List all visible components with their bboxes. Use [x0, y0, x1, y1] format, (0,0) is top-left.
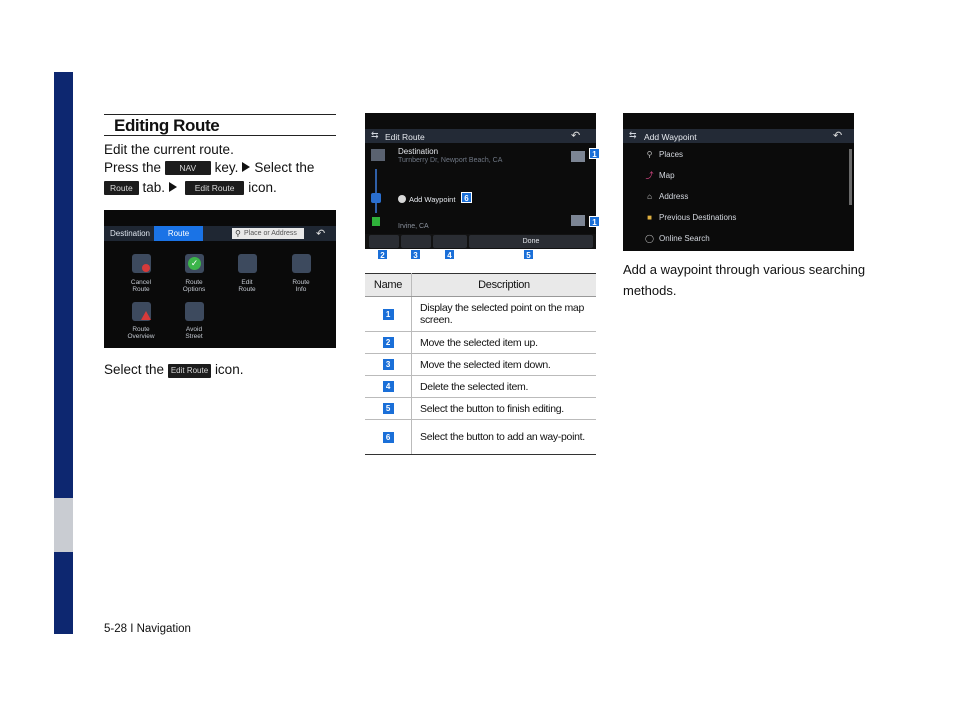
- edit-route-key: Edit Route: [184, 181, 245, 195]
- page-footer: 5-28 I Navigation: [104, 623, 191, 635]
- route-menu-screenshot: Destination Route Place or Address ⚲ ↶ ✓…: [104, 210, 336, 348]
- delete-button[interactable]: [433, 235, 467, 248]
- table-header-description: Description: [411, 273, 596, 297]
- cancel-route-icon[interactable]: [132, 254, 151, 273]
- instruction-line-2: Route tab. Edit Route icon.: [104, 180, 277, 196]
- callout-1: 1: [589, 148, 600, 159]
- tab-destination[interactable]: Destination: [106, 226, 154, 241]
- list-item-online-search[interactable]: ◯ Online Search: [645, 233, 710, 245]
- table-row-description: Select the button to add an way-point.: [411, 419, 596, 455]
- intro-text: Edit the current route.: [104, 142, 234, 157]
- back-icon[interactable]: ↶: [833, 129, 842, 142]
- arrow-right-icon: [168, 182, 177, 192]
- callout-1: 1: [589, 216, 600, 227]
- press-the-text: Press the: [104, 160, 162, 175]
- menu-label-avoid-street: Avoid Street: [185, 326, 203, 340]
- menu-label-route-overview: Route Overview: [127, 326, 155, 340]
- description-table: Name Description 1 Display the selected …: [365, 273, 596, 455]
- table-row-number: 1: [365, 296, 412, 332]
- chapter-sidebar: [54, 72, 73, 634]
- icon-text: icon.: [248, 180, 277, 195]
- add-waypoint-button[interactable]: Add Waypoint: [409, 195, 455, 204]
- waypoint-description-line-1: Add a waypoint through various searching: [623, 262, 866, 277]
- menu-label-route-info: Route Info: [292, 279, 310, 293]
- table-row-description: Display the selected point on the map sc…: [411, 296, 596, 332]
- table-row-description: Move the selected item up.: [411, 331, 596, 354]
- folder-icon: ■: [647, 213, 652, 222]
- add-waypoint-screenshot: ⇆ Add Waypoint ↶ ⚲ Places ⤴ Map ⌂ Address ■…: [623, 113, 854, 251]
- avoid-street-icon[interactable]: [185, 302, 204, 321]
- destination-address: Turnberry Dr, Newport Beach, CA: [398, 157, 503, 164]
- destination-flag-icon: [371, 149, 385, 161]
- tab-text: tab.: [142, 180, 165, 195]
- tab-route[interactable]: Route: [154, 226, 203, 241]
- table-row-number: 6: [365, 419, 412, 455]
- select-the-text: Select the: [254, 160, 315, 175]
- edit-route-screenshot: ⇆ Edit Route ↶ Destination Turnberry Dr,…: [365, 113, 596, 249]
- table-row-number: 3: [365, 353, 412, 376]
- scrollbar[interactable]: [849, 149, 852, 205]
- route-overview-icon[interactable]: [132, 302, 151, 321]
- waypoint-icon: [371, 193, 381, 203]
- table-row-description: Move the selected item down.: [411, 353, 596, 376]
- origin-city: Irvine, CA: [398, 223, 429, 230]
- done-button[interactable]: Done: [469, 235, 593, 248]
- table-row-description: Select the button to finish editing.: [411, 397, 596, 420]
- search-icon: ⚲: [646, 150, 653, 159]
- destination-label: Destination: [398, 147, 439, 156]
- route-line: [375, 169, 377, 213]
- map-view-icon[interactable]: [571, 215, 585, 226]
- edit-route-icon[interactable]: [238, 254, 257, 273]
- map-icon: ⤴: [645, 171, 654, 180]
- home-icon: ⌂: [647, 192, 652, 201]
- route-info-icon[interactable]: [292, 254, 311, 273]
- add-waypoint-icon[interactable]: [398, 195, 406, 203]
- route-options-icon[interactable]: ✓: [185, 254, 204, 273]
- search-input[interactable]: Place or Address: [232, 228, 304, 239]
- section-title: Editing Route: [104, 114, 336, 136]
- list-item-previous-destinations[interactable]: ■ Previous Destinations: [645, 212, 736, 224]
- route-key: Route: [104, 181, 139, 195]
- map-view-icon[interactable]: [571, 151, 585, 162]
- search-icon: ⚲: [235, 229, 241, 238]
- list-item-map[interactable]: ⤴ Map: [645, 170, 675, 182]
- callout-3: 3: [410, 249, 421, 260]
- select-edit-route-line: Select the Edit Route icon.: [104, 362, 243, 378]
- callout-6: 6: [461, 192, 472, 203]
- list-item-places[interactable]: ⚲ Places: [645, 149, 683, 161]
- select-the-text: Select the: [104, 362, 165, 377]
- back-icon[interactable]: ↶: [571, 129, 580, 142]
- table-row-number: 2: [365, 331, 412, 354]
- chapter-marker: [54, 498, 73, 552]
- table-row-number: 4: [365, 375, 412, 398]
- key-text: key.: [214, 160, 239, 175]
- menu-label-edit-route: Edit Route: [238, 279, 256, 293]
- screen-title: Edit Route: [385, 132, 425, 142]
- waypoint-description-line-2: methods.: [623, 283, 677, 298]
- table-row-description: Delete the selected item.: [411, 375, 596, 398]
- edit-route-key: Edit Route: [167, 364, 212, 378]
- table-row-number: 5: [365, 397, 412, 420]
- menu-label-route-options: Route Options: [182, 279, 206, 293]
- back-icon[interactable]: ↶: [316, 227, 325, 240]
- nav-key: NAV: [164, 161, 211, 175]
- edit-route-icon: ⇆: [371, 130, 379, 140]
- arrow-right-icon: [242, 162, 251, 172]
- list-item-address[interactable]: ⌂ Address: [645, 191, 688, 203]
- origin-flag-icon: [372, 217, 380, 226]
- screen-title: Add Waypoint: [644, 132, 697, 142]
- menu-label-cancel-route: Cancel Route: [130, 279, 152, 293]
- callout-2: 2: [377, 249, 388, 260]
- move-down-button[interactable]: [401, 235, 431, 248]
- icon-text: icon.: [214, 362, 244, 377]
- table-header-name: Name: [365, 273, 412, 297]
- callout-4: 4: [444, 249, 455, 260]
- add-waypoint-icon: ⇆: [629, 130, 637, 140]
- callout-5: 5: [523, 249, 534, 260]
- instruction-line-1: Press the NAV key. Select the: [104, 160, 314, 176]
- globe-icon: ◯: [645, 234, 654, 243]
- move-up-button[interactable]: [369, 235, 399, 248]
